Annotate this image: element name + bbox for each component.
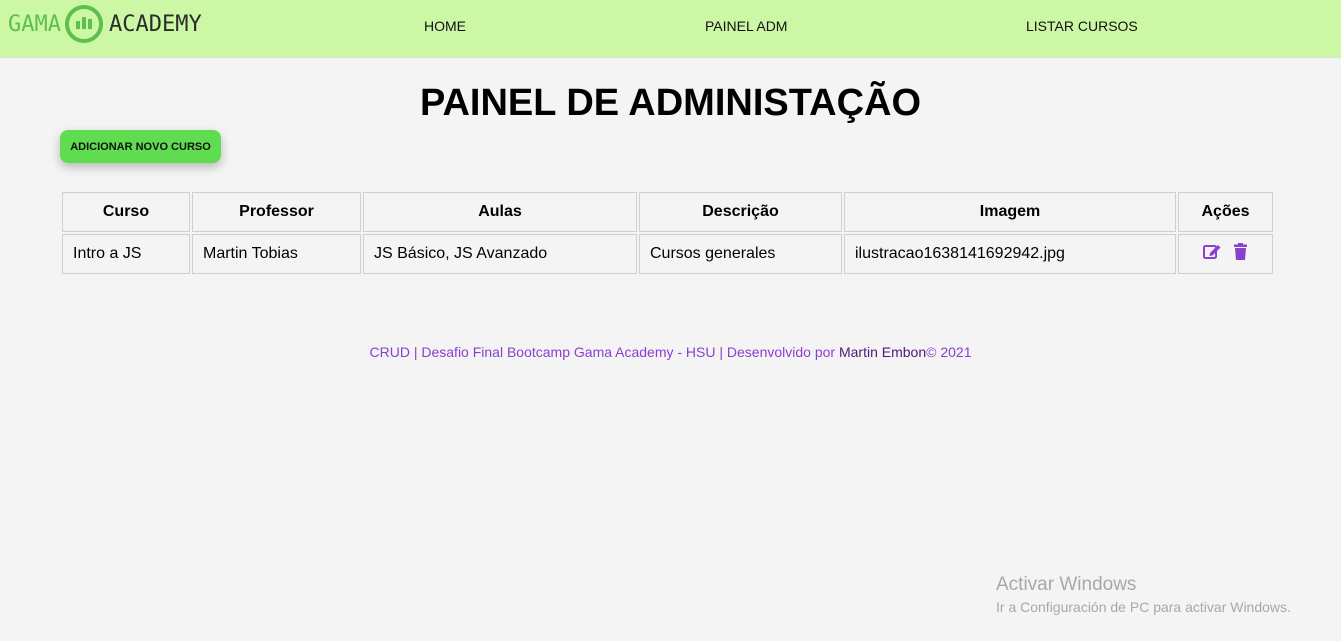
- column-header-acoes: Ações: [1178, 192, 1273, 232]
- column-header-aulas: Aulas: [363, 192, 637, 232]
- column-header-curso: Curso: [62, 192, 190, 232]
- column-header-professor: Professor: [192, 192, 361, 232]
- logo-mark-icon: [64, 5, 103, 43]
- nav-link-home[interactable]: HOME: [424, 18, 466, 34]
- cell-aulas: JS Básico, JS Avanzado: [363, 234, 637, 274]
- cell-acoes: [1178, 234, 1273, 274]
- column-header-imagem: Imagem: [844, 192, 1176, 232]
- table-header-row: Curso Professor Aulas Descrição Imagem A…: [62, 192, 1273, 232]
- footer-text: CRUD | Desafio Final Bootcamp Gama Acade…: [369, 344, 839, 360]
- cell-professor: Martin Tobias: [192, 234, 361, 274]
- windows-activation-watermark: Activar Windows Ir a Configuración de PC…: [996, 574, 1291, 615]
- logo-word-academy: ACADEMY: [108, 11, 202, 37]
- footer-copyright: © 2021: [926, 344, 972, 360]
- nav-link-listar-cursos[interactable]: LISTAR CURSOS: [1026, 18, 1138, 34]
- top-navbar: GAMA ACADEMY HOME PAINEL ADM LISTAR CURS…: [0, 0, 1341, 58]
- edit-icon[interactable]: [1203, 243, 1222, 265]
- table-row: Intro a JS Martin Tobias JS Básico, JS A…: [62, 234, 1273, 274]
- add-course-button[interactable]: ADICIONAR NOVO CURSO: [60, 130, 221, 163]
- cell-imagem: ilustracao1638141692942.jpg: [844, 234, 1176, 274]
- column-header-descricao: Descrição: [639, 192, 842, 232]
- logo-word-gama: GAMA: [8, 11, 61, 37]
- footer: CRUD | Desafio Final Bootcamp Gama Acade…: [0, 344, 1341, 360]
- trash-icon[interactable]: [1233, 243, 1248, 265]
- cell-curso: Intro a JS: [62, 234, 190, 274]
- nav-link-painel-adm[interactable]: PAINEL ADM: [705, 18, 787, 34]
- watermark-title: Activar Windows: [996, 574, 1137, 595]
- page-title: PAINEL DE ADMINISTAÇÃO: [419, 82, 922, 124]
- gama-academy-logo[interactable]: GAMA ACADEMY: [8, 2, 202, 46]
- cell-descricao: Cursos generales: [639, 234, 842, 274]
- watermark-subtitle: Ir a Configuración de PC para activar Wi…: [996, 599, 1291, 615]
- footer-author-link[interactable]: Martin Embon: [839, 344, 926, 360]
- courses-table: Curso Professor Aulas Descrição Imagem A…: [60, 190, 1275, 276]
